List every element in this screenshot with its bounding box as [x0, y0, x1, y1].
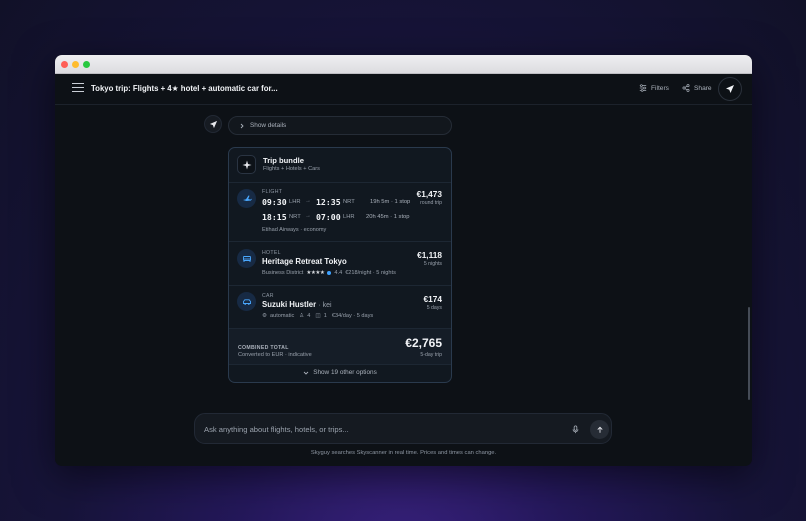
- car-label: CAR: [262, 293, 274, 299]
- close-window-button[interactable]: [61, 61, 68, 68]
- total-section: COMBINED TOTAL Converted to EUR · indica…: [229, 329, 451, 365]
- app-header: Tokyo trip: Flights + 4★ hotel + automat…: [55, 74, 752, 105]
- total-label: COMBINED TOTAL: [238, 345, 289, 351]
- window-titlebar: [55, 55, 752, 74]
- bundle-header: Trip bundle Flights + Hotels + Cars: [229, 148, 451, 183]
- car-seats: 4: [307, 313, 311, 319]
- flight-icon-box: [237, 189, 256, 208]
- car-icon-box: [237, 292, 256, 311]
- paper-plane-icon: [726, 85, 734, 93]
- bundle-title: Trip bundle: [263, 156, 304, 165]
- show-other-options-button[interactable]: Show 19 other options: [229, 363, 451, 382]
- car-bags: 1: [323, 313, 327, 319]
- hotel-price: €1,118: [417, 250, 442, 260]
- chat-area: Show details Trip bundle Flights + Hotel…: [55, 105, 752, 466]
- maximize-window-button[interactable]: [83, 61, 90, 68]
- app-window: Tokyo trip: Flights + 4★ hotel + automat…: [55, 55, 752, 466]
- disclaimer-text: Skyguy searches Skyscanner in real time.…: [310, 450, 497, 456]
- luggage-icon: ◫: [315, 313, 321, 319]
- leg-2-from: NRT: [289, 214, 301, 220]
- hotel-icon-box: [237, 249, 256, 268]
- microphone-icon: [572, 424, 578, 433]
- new-chat-button[interactable]: [718, 77, 742, 101]
- message-input[interactable]: [204, 422, 544, 436]
- car-class: · kei: [318, 302, 332, 309]
- bundle-subtitle: Flights + Hotels + Cars: [263, 166, 320, 172]
- hotel-district: Business District: [262, 270, 304, 276]
- leg-2-to: LHR: [343, 214, 355, 220]
- bed-icon: [242, 255, 251, 262]
- page-title: Tokyo trip: Flights + 4★ hotel + automat…: [91, 84, 278, 93]
- arrow-right-icon: →: [305, 198, 311, 204]
- total-price: €2,765: [405, 336, 442, 350]
- menu-icon[interactable]: [72, 83, 84, 95]
- show-other-options-label: Show 19 other options: [313, 369, 377, 376]
- leg-1-duration: 19h 5m · 1 stop: [370, 199, 411, 205]
- scrollbar-thumb[interactable]: [748, 307, 750, 400]
- hotel-section[interactable]: HOTEL Heritage Retreat Tokyo Business Di…: [229, 242, 451, 286]
- leg-2-arrive: 07:00: [316, 212, 341, 222]
- car-price-note: 5 days: [426, 305, 442, 311]
- flight-airline: Etihad Airways · economy: [262, 227, 327, 233]
- microphone-button[interactable]: [569, 423, 581, 435]
- leg-2-duration: 20h 45m · 1 stop: [366, 214, 410, 220]
- arrow-up-icon: [596, 426, 603, 433]
- bundle-icon-box: [237, 155, 256, 174]
- sparkle-icon: [242, 160, 251, 169]
- leg-1-from: LHR: [289, 199, 301, 205]
- car-price: €174: [423, 294, 442, 304]
- send-button[interactable]: [590, 420, 609, 439]
- minimize-window-button[interactable]: [72, 61, 79, 68]
- car-name: Suzuki Hustler · kei: [262, 300, 332, 309]
- car-transmission: automatic: [270, 313, 295, 319]
- leg-2-depart: 18:15: [262, 212, 287, 222]
- hotel-stars: ★★★★: [306, 270, 325, 276]
- show-details-label: Show details: [250, 122, 287, 129]
- hotel-meta: Business District ★★★★ 4.4 €218/night · …: [262, 270, 396, 276]
- leg-1-depart: 09:30: [262, 197, 287, 207]
- hotel-price-note: 5 nights: [423, 261, 442, 267]
- share-label: Share: [694, 84, 712, 92]
- total-price-note: 5-day trip: [420, 352, 442, 358]
- show-details-button[interactable]: Show details: [228, 116, 452, 135]
- chevron-down-icon: [303, 371, 309, 375]
- trip-bundle-card: Trip bundle Flights + Hotels + Cars FLIG…: [228, 147, 452, 383]
- flight-price-note: round trip: [420, 200, 442, 206]
- flight-price: €1,473: [416, 189, 442, 199]
- share-icon: [682, 84, 690, 92]
- message-composer: [194, 413, 612, 444]
- flight-section[interactable]: FLIGHT 09:30 LHR → 12:35 NRT 19h 5m · 1 …: [229, 183, 451, 242]
- chevron-right-icon: [240, 123, 244, 128]
- car-icon: [242, 298, 251, 305]
- car-meta: ⚙ automatic ♙ 4 ◫ 1 €34/day · 5 days: [262, 313, 373, 319]
- car-model: Suzuki Hustler: [262, 300, 317, 309]
- total-note: Converted to EUR · indicative: [238, 352, 312, 358]
- filters-icon: [639, 84, 647, 92]
- car-rate: €34/day · 5 days: [331, 313, 374, 319]
- flight-label: FLIGHT: [262, 189, 283, 195]
- hotel-label: HOTEL: [262, 250, 281, 256]
- seats-icon: ♙: [299, 313, 305, 319]
- hotel-nightly: €218/night · 5 nights: [345, 270, 396, 276]
- hotel-rating: 4.4: [334, 270, 343, 276]
- filters-button[interactable]: Filters: [639, 84, 669, 92]
- share-button[interactable]: Share: [682, 84, 712, 92]
- rating-dot-icon: [327, 271, 332, 275]
- airplane-icon: [242, 195, 252, 201]
- leg-1-arrive: 12:35: [316, 197, 341, 207]
- car-section[interactable]: CAR Suzuki Hustler · kei ⚙ automatic ♙ 4…: [229, 286, 451, 329]
- assistant-avatar: [204, 115, 222, 133]
- paper-plane-icon: [209, 120, 217, 128]
- gear-icon: ⚙: [262, 313, 268, 319]
- arrow-right-icon: →: [305, 213, 311, 219]
- hotel-name: Heritage Retreat Tokyo: [262, 257, 347, 266]
- leg-1-to: NRT: [343, 199, 355, 205]
- filters-label: Filters: [651, 84, 669, 92]
